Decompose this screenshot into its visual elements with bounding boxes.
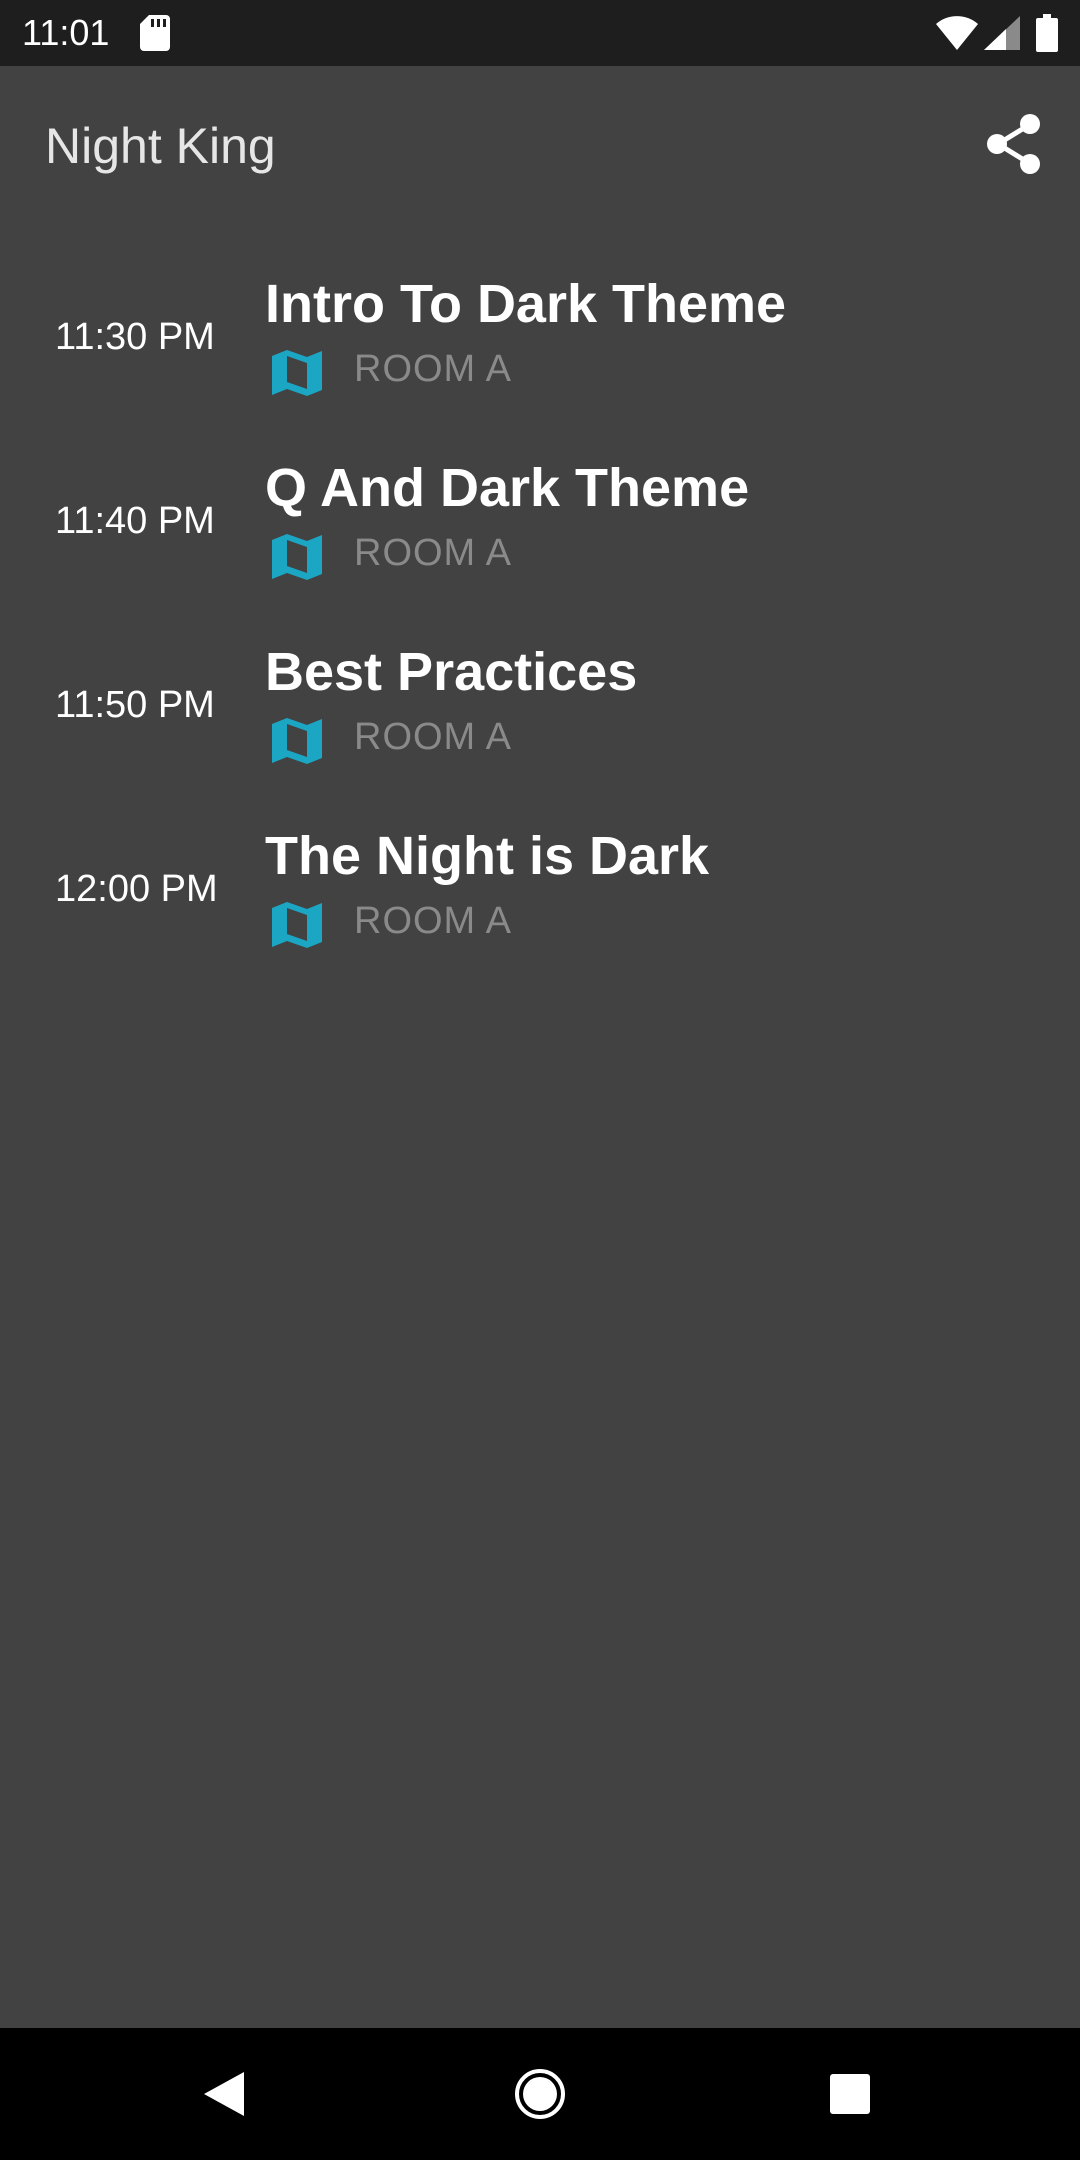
map-icon bbox=[272, 718, 322, 764]
battery-icon bbox=[1036, 14, 1058, 52]
session-item[interactable]: 12:00 PM The Night is Dark ROOM A bbox=[0, 814, 1080, 998]
home-icon[interactable] bbox=[514, 2068, 566, 2120]
session-item[interactable]: 11:30 PM Intro To Dark Theme ROOM A bbox=[0, 262, 1080, 446]
app-bar: Night King bbox=[0, 66, 1080, 226]
session-time: 11:30 PM bbox=[55, 316, 215, 358]
map-icon bbox=[272, 534, 322, 580]
session-room: ROOM A bbox=[354, 348, 513, 390]
session-time: 12:00 PM bbox=[55, 868, 218, 910]
session-room: ROOM A bbox=[354, 900, 513, 942]
session-room: ROOM A bbox=[354, 532, 513, 574]
session-time: 11:50 PM bbox=[55, 684, 215, 726]
session-room: ROOM A bbox=[354, 716, 513, 758]
wifi-icon bbox=[936, 16, 978, 50]
status-bar: 11:01 bbox=[0, 0, 1080, 66]
map-icon bbox=[272, 902, 322, 948]
session-title: Q And Dark Theme bbox=[265, 458, 750, 518]
navigation-bar bbox=[0, 2028, 1080, 2160]
session-title: Intro To Dark Theme bbox=[265, 274, 787, 334]
session-title: The Night is Dark bbox=[265, 826, 710, 886]
session-time: 11:40 PM bbox=[55, 500, 215, 542]
share-icon[interactable] bbox=[984, 112, 1044, 176]
status-time: 11:01 bbox=[22, 12, 110, 53]
recents-icon[interactable] bbox=[829, 2073, 871, 2115]
session-title: Best Practices bbox=[265, 642, 638, 702]
session-item[interactable]: 11:50 PM Best Practices ROOM A bbox=[0, 630, 1080, 814]
session-item[interactable]: 11:40 PM Q And Dark Theme ROOM A bbox=[0, 446, 1080, 630]
app-title: Night King bbox=[45, 118, 276, 174]
session-list: 11:30 PM Intro To Dark Theme ROOM A 11:4… bbox=[0, 262, 1080, 998]
cell-signal-icon bbox=[984, 16, 1020, 50]
back-icon[interactable] bbox=[202, 2070, 246, 2118]
map-icon bbox=[272, 350, 322, 396]
sd-card-icon bbox=[140, 15, 170, 51]
